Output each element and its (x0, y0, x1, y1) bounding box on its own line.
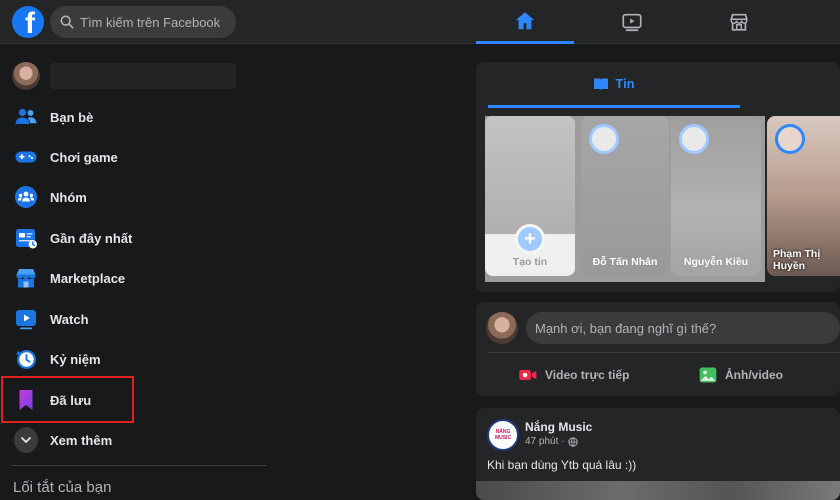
sidebar-item-label: Gần đây nhất (50, 230, 133, 246)
sidebar-item-label: Kỷ niệm (50, 351, 101, 367)
live-video-icon (519, 370, 537, 380)
tab-stories-label: Tin (615, 76, 635, 91)
stories-card: Tin + Tạo tin Đỗ Tấn Nhân Nguyễn Kiều Ph… (476, 62, 840, 292)
story-author-avatar (589, 124, 619, 154)
top-navigation-bar: f (0, 0, 840, 44)
post-author-avatar[interactable]: NẮNG MUSIC (487, 419, 519, 451)
photo-video-button[interactable]: Ảnh/video (698, 362, 783, 388)
marketplace-icon (14, 266, 38, 290)
sidebar-item-saved[interactable]: Đã lưu (0, 380, 270, 420)
composer-divider (488, 352, 840, 353)
composer-avatar (486, 312, 518, 344)
create-story-photo (485, 116, 575, 234)
photo-video-icon (699, 367, 717, 383)
composer-input[interactable]: Mạnh ơi, bạn đang nghĩ gì thế? (526, 312, 840, 344)
plus-icon: + (515, 224, 545, 254)
post-timestamp[interactable]: 47 phút (525, 436, 558, 447)
story-author-avatar (679, 124, 709, 154)
sidebar-item-label: Bạn bè (50, 109, 94, 125)
photo-video-label: Ảnh/video (725, 368, 784, 382)
search-icon (60, 15, 74, 29)
sidebar-item-label: Chơi game (50, 149, 118, 165)
globe-icon (568, 436, 578, 447)
chevron-down-icon (14, 427, 38, 453)
meta-separator: · (561, 436, 565, 447)
sidebar-item-label: Nhóm (50, 189, 87, 205)
sidebar-item-label: Watch (50, 311, 89, 327)
story-author-avatar (775, 124, 805, 154)
left-sidebar: Bạn bè Chơi game Nhóm Gần đây nhất Marke… (0, 44, 280, 500)
sidebar-item-label: Đã lưu (50, 392, 92, 408)
post-author-name[interactable]: Nắng Music (525, 420, 592, 434)
post-meta: 47 phút · (525, 436, 578, 447)
stories-row: + Tạo tin Đỗ Tấn Nhân Nguyễn Kiều Phạm T… (485, 116, 840, 282)
post-image[interactable] (476, 481, 840, 500)
groups-icon (14, 185, 38, 209)
story-card[interactable]: Nguyễn Kiều (671, 116, 761, 276)
story-caption: Phạm Thị Huyền (773, 248, 821, 272)
sidebar-item-label: Marketplace (50, 270, 126, 286)
search-box[interactable] (50, 6, 236, 38)
nav-tab-home[interactable] (476, 0, 574, 44)
watch-video-icon (622, 13, 642, 32)
most-recent-icon (14, 226, 38, 250)
user-avatar (12, 62, 40, 90)
post-text: Khi bạn dùng Ytb quá lâu :)) (487, 458, 637, 472)
watch-icon (14, 307, 38, 331)
story-caption: Tạo tin (512, 256, 548, 268)
memories-clock-icon (14, 347, 38, 371)
story-card-create[interactable]: + Tạo tin (485, 116, 575, 276)
saved-bookmark-icon (14, 388, 38, 412)
sidebar-item-most-recent[interactable]: Gần đây nhất (0, 218, 270, 258)
live-video-label: Video trực tiếp (545, 368, 630, 382)
gaming-controller-icon (14, 145, 38, 169)
tab-stories[interactable]: Tin (488, 62, 740, 108)
feed-post: NẮNG MUSIC Nắng Music 47 phút · Khi bạn … (476, 408, 840, 500)
sidebar-divider (12, 465, 266, 466)
post-composer: Mạnh ơi, bạn đang nghĩ gì thế? Video trự… (476, 302, 840, 396)
shortcuts-heading: Lối tắt của bạn (13, 479, 112, 496)
book-open-icon (594, 78, 609, 90)
marketplace-store-icon (730, 13, 748, 31)
story-caption: Đỗ Tấn Nhân (592, 256, 658, 268)
nav-tab-marketplace[interactable] (690, 0, 788, 44)
friends-icon (14, 105, 38, 129)
see-more-button-circle (14, 427, 38, 453)
sidebar-item-see-more[interactable]: Xem thêm (0, 420, 270, 460)
search-input[interactable] (80, 14, 230, 30)
sidebar-item-friends[interactable]: Bạn bè (0, 97, 270, 137)
profile-name-hidden (50, 63, 236, 89)
sidebar-item-label: Xem thêm (50, 432, 113, 448)
home-icon (515, 11, 535, 29)
nav-tab-watch[interactable] (583, 0, 681, 44)
live-video-button[interactable]: Video trực tiếp (518, 362, 630, 388)
sidebar-item-marketplace[interactable]: Marketplace (0, 258, 270, 298)
sidebar-item-groups[interactable]: Nhóm (0, 177, 270, 217)
facebook-logo[interactable]: f (12, 6, 44, 38)
profile-link[interactable] (8, 60, 248, 92)
story-card[interactable]: Đỗ Tấn Nhân (581, 116, 669, 276)
avatar-logo-text: NẮNG MUSIC (494, 429, 512, 441)
story-card[interactable]: Phạm Thị Huyền (767, 116, 840, 276)
sidebar-item-memories[interactable]: Kỷ niệm (0, 339, 270, 379)
sidebar-item-watch[interactable]: Watch (0, 299, 270, 339)
story-caption: Nguyễn Kiều (683, 256, 749, 268)
sidebar-item-gaming[interactable]: Chơi game (0, 137, 270, 177)
